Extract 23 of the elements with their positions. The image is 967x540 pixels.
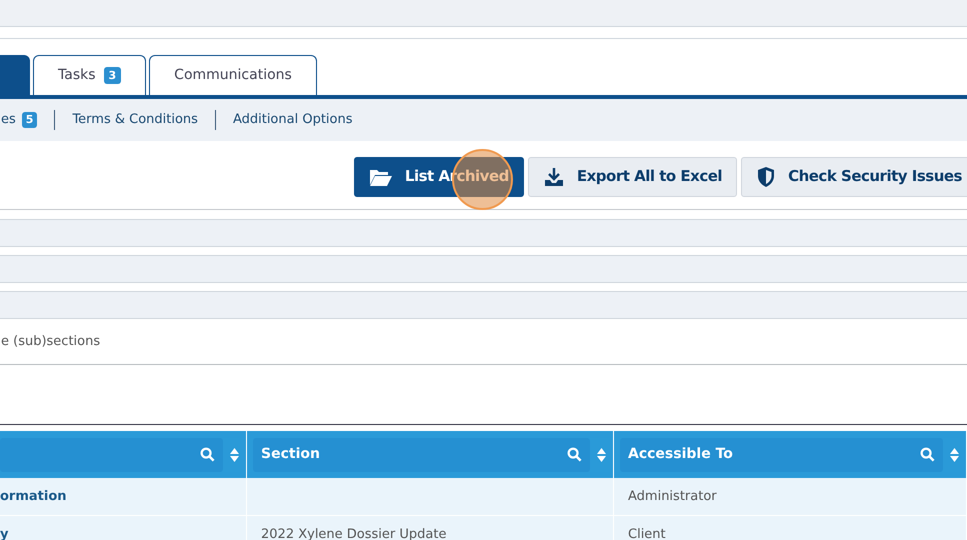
search-icon[interactable] — [920, 447, 935, 462]
sort-icon[interactable] — [596, 446, 607, 462]
toolbar-button[interactable]: Export All to Excel — [528, 156, 738, 196]
table-cell-text: Administrator — [628, 488, 717, 506]
search-icon[interactable] — [200, 447, 215, 462]
search-icon[interactable] — [567, 447, 582, 462]
shield-icon — [756, 166, 776, 188]
count-badge: 5 — [22, 112, 38, 128]
nav-link[interactable]: Additional Options — [232, 110, 352, 130]
tab[interactable]: Tasks 3 — [33, 55, 146, 95]
table-cell-text: ormation — [0, 488, 67, 506]
sort-icon[interactable] — [229, 446, 240, 462]
download-icon — [542, 166, 565, 188]
table-cell-text: Client — [628, 526, 666, 540]
nav-link[interactable]: es 5 — [1, 110, 38, 130]
tab[interactable]: Communications — [149, 55, 317, 95]
toolbar-button[interactable]: Check Security Issues — [741, 156, 967, 196]
count-badge: 3 — [104, 67, 122, 84]
column-header[interactable]: Accessible To — [620, 438, 943, 472]
sort-icon[interactable] — [949, 446, 960, 462]
nav-link[interactable]: Terms & Conditions — [72, 110, 198, 130]
column-header[interactable]: Section — [253, 438, 590, 472]
description-text: e (sub)sections — [1, 332, 100, 351]
